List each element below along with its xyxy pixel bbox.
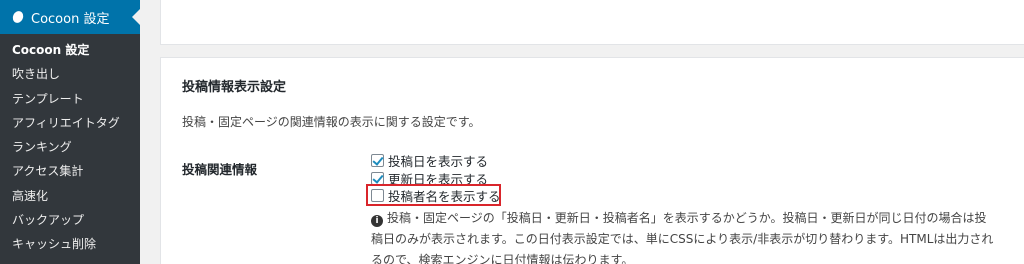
show-post-date-option[interactable]: 投稿日を表示する	[371, 152, 488, 169]
menu-cocoon-settings-label: Cocoon 設定	[31, 11, 110, 27]
cocoon-logo-icon	[10, 9, 26, 25]
help-note-text: 投稿・固定ページの「投稿日・更新日・投稿者名」を表示するかどうか。投稿日・更新日…	[371, 211, 994, 264]
submenu-item-speed-up[interactable]: 高速化	[0, 184, 140, 208]
help-note: i 投稿・固定ページの「投稿日・更新日・投稿者名」を表示するかどうか。投稿日・更新…	[371, 208, 996, 264]
submenu-item-speech-balloon[interactable]: 吹き出し	[0, 62, 140, 86]
submenu-item-cocoon-settings[interactable]: Cocoon 設定	[0, 38, 140, 62]
panel-title: 投稿情報表示設定	[182, 80, 287, 95]
submenu-item-template[interactable]: テンプレート	[0, 87, 140, 111]
current-menu-arrow-icon	[132, 9, 140, 25]
previous-settings-panel	[160, 0, 1024, 45]
submenu-item-ranking[interactable]: ランキング	[0, 135, 140, 159]
submenu: Cocoon 設定 吹き出し テンプレート アフィリエイトタグ ランキング アク…	[0, 34, 140, 264]
submenu-item-clear-cache[interactable]: キャッシュ削除	[0, 232, 140, 256]
panel-description: 投稿・固定ページの関連情報の表示に関する設定です。	[182, 115, 481, 129]
info-icon: i	[371, 215, 383, 227]
admin-sidebar: Cocoon 設定 Cocoon 設定 吹き出し テンプレート アフィリエイトタ…	[0, 0, 140, 264]
post-info-settings-panel: 投稿情報表示設定 投稿・固定ページの関連情報の表示に関する設定です。 投稿関連情…	[160, 57, 1024, 264]
show-post-date-label: 投稿日を表示する	[388, 154, 489, 169]
post-related-info-label: 投稿関連情報	[182, 162, 258, 177]
submenu-item-affiliate-tag[interactable]: アフィリエイトタグ	[0, 111, 140, 135]
author-option-highlight-box	[366, 184, 501, 206]
submenu-item-backup[interactable]: バックアップ	[0, 208, 140, 232]
submenu-item-access-stats[interactable]: アクセス集計	[0, 159, 140, 183]
show-post-date-checkbox[interactable]	[371, 154, 384, 167]
menu-cocoon-settings[interactable]: Cocoon 設定	[0, 0, 140, 34]
